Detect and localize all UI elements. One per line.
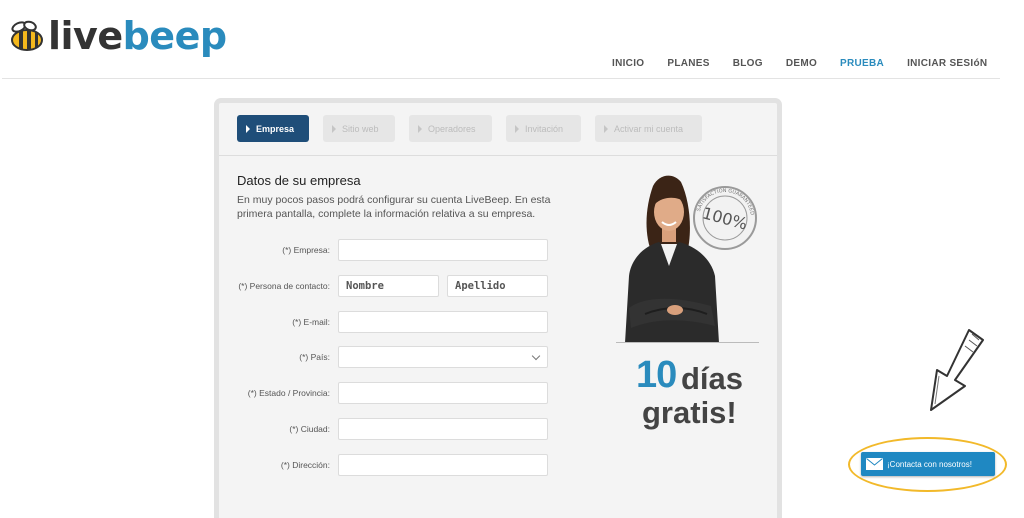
step-arrow-icon bbox=[604, 124, 608, 133]
step-label: Sitio web bbox=[342, 123, 379, 134]
form-description: En muy pocos pasos podrá configurar su c… bbox=[237, 194, 551, 220]
pais-select[interactable] bbox=[338, 346, 548, 368]
logo-live-text: live bbox=[48, 14, 123, 58]
arrow-down-icon bbox=[930, 329, 984, 411]
apellido-input[interactable]: Apellido bbox=[447, 275, 548, 297]
businesswoman-image: 100% SATISFACTION GUARANTEED bbox=[625, 175, 757, 343]
pais-label: (*) País: bbox=[299, 352, 330, 362]
direccion-label: (*) Dirección: bbox=[280, 460, 330, 470]
logo-beep-text: beep bbox=[122, 14, 227, 58]
step-arrow-icon bbox=[515, 124, 519, 133]
main-nav: INICIO PLANES BLOG DEMO PRUEBA INICIAR S… bbox=[612, 58, 1010, 69]
step-arrow-icon bbox=[246, 124, 250, 133]
promo-days-label: días bbox=[681, 361, 744, 396]
step-operadores[interactable]: Operadores bbox=[409, 115, 492, 142]
promo-free-label: gratis! bbox=[642, 395, 737, 430]
step-invitacion[interactable]: Invitación bbox=[506, 115, 581, 142]
livebeep-logo[interactable]: livebeep bbox=[10, 14, 227, 58]
apellido-placeholder: Apellido bbox=[455, 280, 506, 292]
empresa-label: (*) Empresa: bbox=[282, 245, 330, 255]
contact-us-button[interactable]: ¡Contacta con nosotros! bbox=[861, 452, 995, 476]
satisfaction-seal-icon: 100% SATISFACTION GUARANTEED bbox=[693, 186, 757, 250]
nav-item-demo[interactable]: DEMO bbox=[786, 58, 817, 69]
step-sitio-web[interactable]: Sitio web bbox=[323, 115, 395, 142]
email-label: (*) E-mail: bbox=[292, 317, 330, 327]
promo-days-number: 10 bbox=[636, 354, 677, 396]
step-empresa[interactable]: Empresa bbox=[237, 115, 309, 142]
nombre-input[interactable]: Nombre bbox=[338, 275, 439, 297]
nav-item-prueba[interactable]: PRUEBA bbox=[840, 58, 884, 69]
bee-icon bbox=[11, 20, 43, 51]
ciudad-input[interactable] bbox=[338, 418, 548, 440]
direccion-input[interactable] bbox=[338, 454, 548, 476]
nav-item-planes[interactable]: PLANES bbox=[667, 58, 709, 69]
ciudad-label: (*) Ciudad: bbox=[289, 424, 330, 434]
empresa-input[interactable] bbox=[338, 239, 548, 261]
step-label: Invitación bbox=[525, 123, 564, 134]
estado-input[interactable] bbox=[338, 382, 548, 404]
contacto-label: (*) Persona de contacto: bbox=[238, 281, 330, 291]
nav-item-iniciar-sesion[interactable]: INICIAR SESIóN bbox=[907, 58, 987, 69]
email-input[interactable] bbox=[338, 311, 548, 333]
nav-item-blog[interactable]: BLOG bbox=[733, 58, 763, 69]
estado-label: (*) Estado / Provincia: bbox=[247, 388, 330, 398]
step-activar-cuenta[interactable]: Activar mi cuenta bbox=[595, 115, 702, 142]
form-title: Datos de su empresa bbox=[237, 173, 361, 188]
header-divider bbox=[2, 78, 1000, 79]
contact-us-label: ¡Contacta con nosotros! bbox=[887, 459, 972, 469]
nombre-placeholder: Nombre bbox=[346, 280, 384, 292]
step-arrow-icon bbox=[418, 124, 422, 133]
nav-item-inicio[interactable]: INICIO bbox=[612, 58, 644, 69]
step-label: Operadores bbox=[428, 123, 476, 134]
step-label: Empresa bbox=[256, 123, 295, 134]
promo-divider bbox=[616, 342, 759, 343]
steps-divider bbox=[219, 155, 777, 156]
step-label: Activar mi cuenta bbox=[614, 123, 684, 134]
step-arrow-icon bbox=[332, 124, 336, 133]
envelope-icon bbox=[866, 458, 883, 470]
chevron-down-icon bbox=[531, 351, 541, 361]
